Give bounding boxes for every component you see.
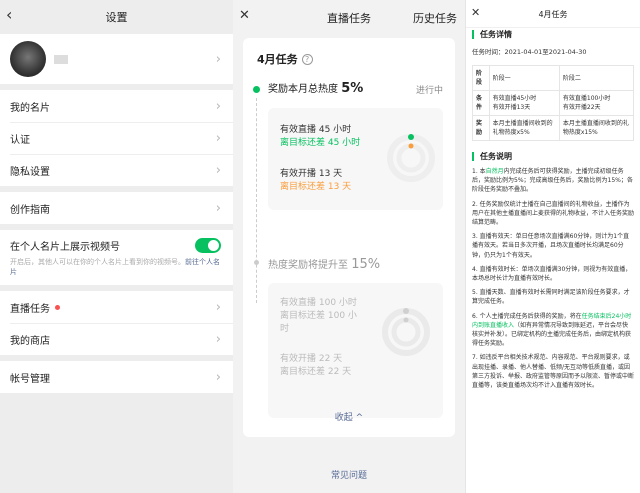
show-channels-row: 在个人名片上展示视频号: [10, 238, 221, 253]
rule-item: 7. 如违反平台相关技术规范、内容规范、平台规则要求，或出现挂播、录播、他人替播…: [472, 354, 635, 390]
stage1-metric-days: 有效开播 13 天 离目标还差 13 天: [280, 169, 352, 192]
my-card-label: 我的名片: [10, 102, 50, 114]
my-shop-row[interactable]: 我的商店 ›: [0, 323, 233, 355]
rule-item: 1. 本自然月内完成任务后可获得奖励，主播完成初级任务后，奖励比例为5%；完成高…: [472, 168, 633, 194]
stage1-progress-ring: [387, 134, 435, 182]
table-row-head: 奖励: [472, 115, 490, 141]
section-task-details: 任务详情: [472, 30, 640, 39]
show-channels-label: 在个人名片上展示视频号: [10, 242, 120, 253]
settings-navbar: ‹ 设置: [0, 0, 233, 34]
chevron-right-icon: ›: [215, 299, 221, 315]
my-shop-label: 我的商店: [10, 335, 50, 347]
task-details-panel: ✕ 4月任务 任务详情 任务时间：2021-04-01至2021-04-30 阶…: [465, 0, 640, 493]
history-tasks-link[interactable]: 历史任务: [413, 10, 457, 26]
rules-list: 1. 本自然月内完成任务后可获得奖励，主播完成初级任务后，奖励比例为5%；完成高…: [472, 167, 634, 390]
table-cell: 有效直播45小时 有效开播13天: [488, 90, 560, 116]
show-channels-group: 在个人名片上展示视频号 开启后，其他人可以在你的个人名片上看到你的视频号。前往个…: [0, 230, 233, 285]
task-table: 阶段 阶段一 阶段二 条件 有效直播45小时 有效开播13天 有效直播100小时有…: [472, 65, 635, 141]
chevron-right-icon: ›: [215, 331, 221, 347]
live-task-navbar: ✕ 直播任务 历史任务: [233, 0, 465, 34]
table-cell: 本月主播直播间收到的礼物热度x5%: [488, 115, 560, 141]
settings-title: 设置: [105, 11, 128, 24]
rule-item: 4. 直播有效时长：单场次直播满30分钟，则视为有效直播，本场总时长计为直播有效…: [472, 265, 632, 283]
account-label: 帐号管理: [10, 373, 50, 385]
privacy-label: 隐私设置: [10, 166, 50, 178]
table-cell: 本月主播直播间收到的礼物热度x15%: [558, 115, 635, 141]
chevron-right-icon: ›: [215, 162, 221, 178]
rule-item: 2. 任务奖励仅统计主播在自己直播间的礼物收益，主播作为用户在其他主播直播间上麦…: [472, 200, 635, 227]
table-header-cell: 阶段: [472, 65, 490, 91]
business-group: 直播任务 › 我的商店 ›: [0, 291, 233, 355]
blurred-username: [54, 54, 68, 64]
collapse-button[interactable]: 收起 ^: [243, 410, 455, 423]
stage1-metric-hours: 有效直播 45 小时 离目标还差 45 小时: [280, 125, 361, 148]
stage2-title: 热度奖励将提升至 15%: [268, 257, 381, 272]
chevron-right-icon: ›: [215, 51, 221, 67]
stage1-title: 奖励本月总热度 5%: [268, 81, 364, 96]
stage2-dot: [254, 260, 259, 265]
creator-guide-label: 创作指南: [10, 204, 50, 216]
month-title: 4月任务?: [257, 51, 313, 67]
profile-row[interactable]: ›: [0, 34, 233, 84]
task-card: 4月任务? 奖励本月总热度 5% 进行中 有效直播 45 小时 离目标还差 45…: [243, 38, 455, 437]
table-row: 条件 有效直播45小时 有效开播13天 有效直播100小时 有效开播22天: [472, 90, 635, 116]
privacy-row[interactable]: 隐私设置 ›: [0, 154, 233, 186]
rule-item: 3. 直播有效天：单日任意场次直播满60分钟，则计为1个直播有效天。若当日多次开…: [472, 233, 630, 259]
table-row-head: 条件: [472, 90, 490, 116]
rule-item: 6. 个人主播完成任务后获得的奖励，将在任务结束后24小时内到账直播收入（如有异…: [472, 312, 632, 348]
stage1-progress-box: 有效直播 45 小时 离目标还差 45 小时 有效开播 13 天 离目标还差 1…: [268, 108, 443, 210]
my-card-row[interactable]: 我的名片 ›: [0, 90, 233, 122]
table-row: 奖励 本月主播直播间收到的礼物热度x5% 本月主播直播间收到的礼物热度x15%: [472, 115, 635, 141]
creator-guide-row[interactable]: 创作指南 ›: [0, 192, 233, 224]
chevron-right-icon: ›: [215, 98, 221, 114]
table-header-row: 阶段 阶段一 阶段二: [472, 65, 635, 91]
show-channels-toggle[interactable]: [195, 238, 221, 253]
chevron-right-icon: ›: [215, 200, 221, 216]
rule-item: 5. 直播天数、直播有效时长需同时满足该阶段任务要求，才算完成任务。: [472, 289, 630, 306]
chevron-right-icon: ›: [215, 369, 221, 385]
live-task-panel: ✕ 直播任务 历史任务 4月任务? 奖励本月总热度 5% 进行中 有效直播 45…: [233, 0, 465, 493]
stage2-progress-ring: [382, 308, 430, 356]
stage1-status: 进行中: [415, 86, 443, 96]
details-title: 4月任务: [538, 10, 568, 19]
table-header-cell: 阶段一: [488, 65, 560, 91]
live-task-label: 直播任务: [10, 303, 50, 315]
task-time: 任务时间：2021-04-01至2021-04-30: [472, 48, 587, 56]
account-row[interactable]: 帐号管理 ›: [0, 361, 233, 393]
auth-label: 认证: [10, 134, 30, 146]
settings-panel: ‹ 设置 › 我的名片 › 认证 › 隐私设置 › 创作指南 › 在个人名片上展…: [0, 0, 233, 493]
live-task-row[interactable]: 直播任务 ›: [0, 291, 233, 323]
info-group: 我的名片 › 认证 › 隐私设置 ›: [0, 90, 233, 186]
table-header-cell: 阶段二: [558, 65, 635, 91]
auth-row[interactable]: 认证 ›: [0, 122, 233, 154]
stage1-dot: [253, 86, 260, 93]
account-group: 帐号管理 ›: [0, 361, 233, 393]
table-cell: 有效直播100小时 有效开播22天: [558, 90, 635, 116]
guide-group: 创作指南 ›: [0, 192, 233, 224]
red-dot-badge: [55, 304, 60, 310]
help-icon[interactable]: ?: [301, 54, 313, 65]
profile-group: ›: [0, 34, 233, 84]
faq-link[interactable]: 常见问题: [233, 468, 465, 481]
hint-text: 开启后，其他人可以在你的个人名片上看到你的视频号。: [10, 258, 185, 266]
section-task-rules: 任务说明: [472, 152, 640, 161]
chevron-right-icon: ›: [215, 130, 221, 146]
details-navbar: ✕ 4月任务: [466, 0, 640, 28]
avatar[interactable]: [10, 41, 46, 77]
stage2-progress-box: 有效直播 100 小时 离目标还差 100 小时 有效开播 22 天 离目标还差…: [268, 283, 443, 418]
stage2-metric-days: 有效开播 22 天 离目标还差 22 天: [280, 354, 352, 377]
show-channels-hint: 开启后，其他人可以在你的个人名片上看到你的视频号。前往个人名片: [10, 257, 221, 277]
timeline-line: [256, 98, 257, 303]
stage2-metric-hours: 有效直播 100 小时 离目标还差 100 小时: [280, 298, 357, 334]
